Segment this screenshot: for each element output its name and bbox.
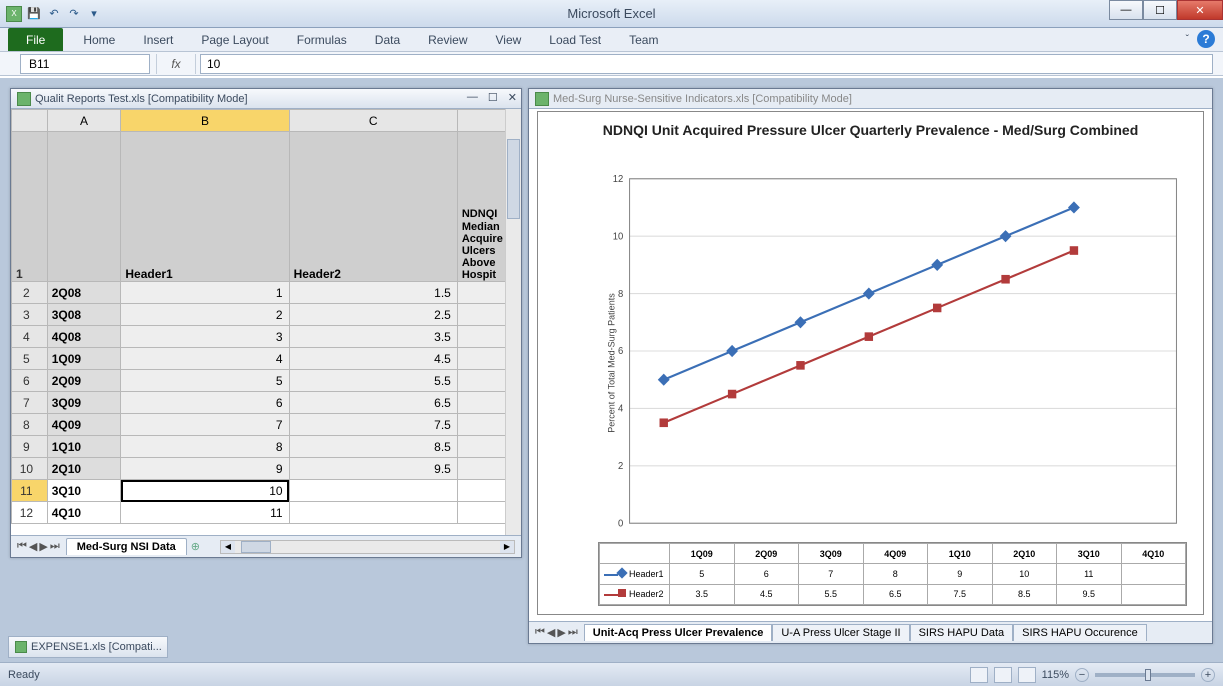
tab-nav-last-icon[interactable]: ⏭: [50, 540, 60, 553]
workbook-titlebar-left[interactable]: Qualit Reports Test.xls [Compatibility M…: [11, 89, 521, 109]
wb-minimize-icon[interactable]: —: [467, 91, 478, 104]
title-bar: X 💾 ↶ ↷ ▾ Microsoft Excel — ☐ ✕: [0, 0, 1223, 28]
chart-data-table: 1Q092Q093Q094Q091Q102Q103Q104Q10Header15…: [598, 542, 1187, 606]
name-box[interactable]: B11: [20, 54, 150, 74]
tab-nav-first-icon[interactable]: ⏮: [535, 626, 545, 639]
workbook-titlebar-right[interactable]: Med-Surg Nurse-Sensitive Indicators.xls …: [529, 89, 1212, 109]
maximize-button[interactable]: ☐: [1143, 0, 1177, 20]
tab-nav-last-icon[interactable]: ⏭: [568, 626, 578, 639]
view-layout-icon[interactable]: [994, 667, 1012, 683]
tab-nav-next-icon[interactable]: ▶: [39, 540, 47, 553]
horizontal-scrollbar[interactable]: ◀ ▶: [220, 540, 515, 554]
status-text: Ready: [8, 669, 40, 681]
scroll-left-icon[interactable]: ◀: [221, 541, 235, 553]
app-title: Microsoft Excel: [567, 6, 655, 21]
minimized-workbook[interactable]: EXPENSE1.xls [Compati...: [8, 636, 168, 658]
undo-icon[interactable]: ↶: [46, 6, 62, 22]
svg-text:0: 0: [618, 518, 623, 529]
svg-text:8: 8: [618, 289, 623, 300]
view-normal-icon[interactable]: [970, 667, 988, 683]
tab-load-test[interactable]: Load Test: [535, 28, 615, 51]
tab-data[interactable]: Data: [361, 28, 414, 51]
workbook-window-left: Qualit Reports Test.xls [Compatibility M…: [10, 88, 522, 558]
zoom-out-button[interactable]: −: [1075, 668, 1089, 682]
minimized-workbook-title: EXPENSE1.xls [Compati...: [31, 641, 162, 653]
fx-label[interactable]: fx: [156, 54, 196, 74]
ribbon-tabs: File Home Insert Page Layout Formulas Da…: [0, 28, 1223, 52]
help-button[interactable]: ?: [1197, 30, 1215, 48]
workbook-title-right: Med-Surg Nurse-Sensitive Indicators.xls …: [553, 93, 852, 105]
svg-text:12: 12: [613, 174, 624, 185]
tab-nav-prev-icon[interactable]: ◀: [29, 540, 37, 553]
sheet-tab[interactable]: Med-Surg NSI Data: [66, 538, 187, 555]
chart-plot: 0 2 4 6 8 10 12: [598, 168, 1187, 534]
tab-formulas[interactable]: Formulas: [283, 28, 361, 51]
chart-title: NDNQI Unit Acquired Pressure Ulcer Quart…: [538, 112, 1203, 142]
zoom-in-button[interactable]: +: [1201, 668, 1215, 682]
formula-bar: B11 fx 10: [0, 52, 1223, 76]
tab-insert[interactable]: Insert: [129, 28, 187, 51]
tab-review[interactable]: Review: [414, 28, 481, 51]
tab-view[interactable]: View: [482, 28, 536, 51]
formula-input[interactable]: 10: [200, 54, 1213, 74]
tab-page-layout[interactable]: Page Layout: [187, 28, 282, 51]
quick-access-toolbar: X 💾 ↶ ↷ ▾: [0, 6, 102, 22]
zoom-level[interactable]: 115%: [1042, 669, 1069, 681]
excel-icon: X: [6, 6, 22, 22]
workbook-icon: [15, 641, 27, 653]
sheet-tab[interactable]: U-A Press Ulcer Stage II: [772, 624, 909, 641]
scroll-right-icon[interactable]: ▶: [500, 541, 514, 553]
zoom-slider[interactable]: [1095, 673, 1195, 677]
tab-nav-prev-icon[interactable]: ◀: [547, 626, 555, 639]
redo-icon[interactable]: ↷: [66, 6, 82, 22]
tab-nav-next-icon[interactable]: ▶: [557, 626, 565, 639]
sheet-tab[interactable]: SIRS HAPU Occurence: [1013, 624, 1147, 641]
sheet-tab-bar-left: ⏮ ◀ ▶ ⏭ Med-Surg NSI Data ⊕ ◀ ▶: [11, 535, 521, 557]
tab-nav-first-icon[interactable]: ⏮: [17, 540, 27, 553]
save-icon[interactable]: 💾: [26, 6, 42, 22]
svg-text:2: 2: [618, 461, 623, 472]
sheet-tab[interactable]: Unit-Acq Press Ulcer Prevalence: [584, 624, 773, 641]
wb-close-icon[interactable]: ✕: [508, 91, 517, 104]
workbook-window-right: Med-Surg Nurse-Sensitive Indicators.xls …: [528, 88, 1213, 644]
new-sheet-icon[interactable]: ⊕: [191, 540, 200, 553]
workbook-title-left: Qualit Reports Test.xls [Compatibility M…: [35, 93, 248, 105]
spreadsheet-grid[interactable]: ABC1Header1Header2NDNQI Median Acquire U…: [11, 109, 521, 535]
sheet-tab-bar-right: ⏮ ◀ ▶ ⏭ Unit-Acq Press Ulcer Prevalence …: [529, 621, 1212, 643]
svg-text:6: 6: [618, 346, 623, 357]
file-tab[interactable]: File: [8, 28, 63, 51]
chart-area[interactable]: NDNQI Unit Acquired Pressure Ulcer Quart…: [537, 111, 1204, 615]
close-button[interactable]: ✕: [1177, 0, 1223, 20]
svg-text:4: 4: [618, 404, 624, 415]
workbook-icon: [17, 92, 31, 106]
wb-restore-icon[interactable]: ☐: [488, 91, 498, 104]
tab-home[interactable]: Home: [69, 28, 129, 51]
status-bar: Ready 115% − +: [0, 662, 1223, 686]
vertical-scrollbar[interactable]: [505, 109, 521, 535]
sheet-tab[interactable]: SIRS HAPU Data: [910, 624, 1014, 641]
ribbon-minimize-icon[interactable]: ˇ: [1186, 34, 1189, 45]
workspace: Qualit Reports Test.xls [Compatibility M…: [0, 78, 1223, 662]
tab-team[interactable]: Team: [615, 28, 672, 51]
minimize-button[interactable]: —: [1109, 0, 1143, 20]
qat-dropdown-icon[interactable]: ▾: [86, 6, 102, 22]
workbook-icon: [535, 92, 549, 106]
view-pagebreak-icon[interactable]: [1018, 667, 1036, 683]
svg-text:10: 10: [613, 231, 624, 242]
